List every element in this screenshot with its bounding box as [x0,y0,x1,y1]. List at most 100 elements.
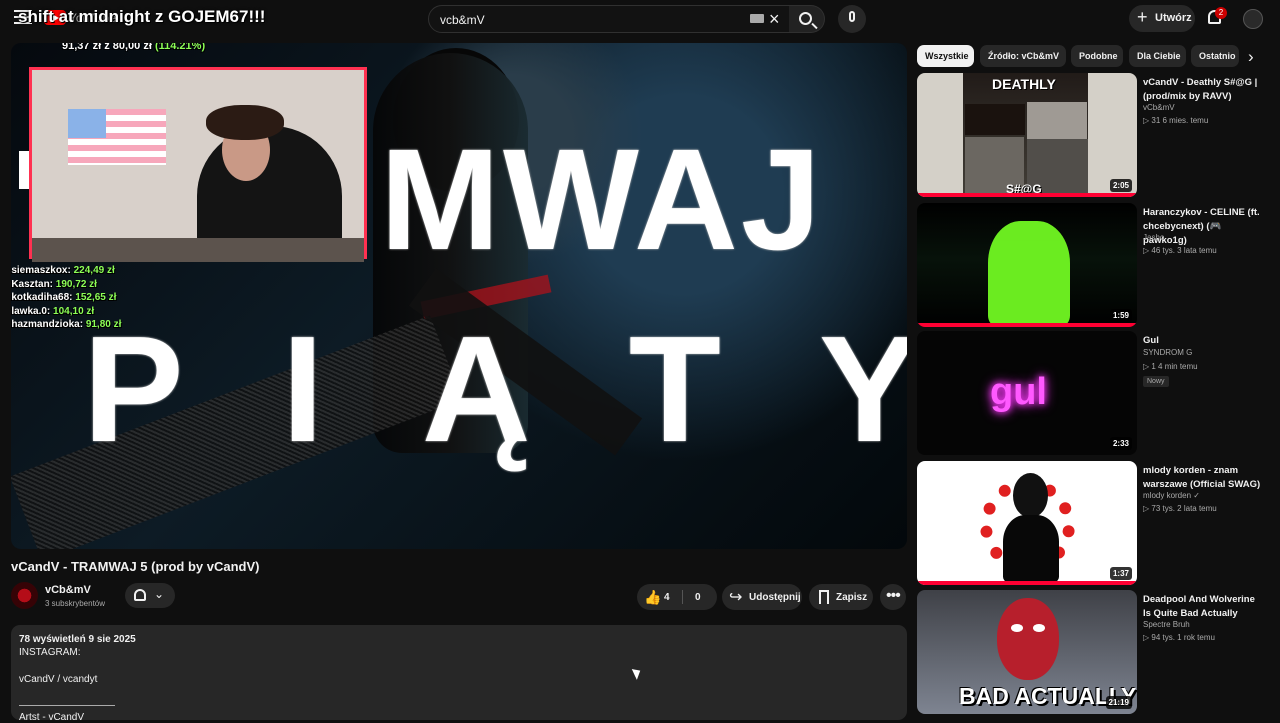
subscriber-count: 3 subskrybentów [45,599,106,608]
share-icon: ↪ [729,589,743,606]
video-duration: 2:05 [1109,179,1132,192]
description-line: vCandV / vcandyt [19,674,98,685]
recommendation-channel[interactable]: SYNDROM G [1143,348,1192,357]
recommendation-title[interactable]: Gul [1143,334,1265,348]
thumbnail-panel [965,104,1025,135]
voice-search-button[interactable] [838,5,866,33]
chip-from-channel[interactable]: Źródło: vCb&mV [980,45,1066,67]
new-badge: Nowy [1143,376,1169,387]
save-button[interactable]: Zapisz [809,584,873,610]
search-box[interactable]: vcb&mV × [428,5,790,33]
share-button[interactable]: ↪ Udostępnij [722,584,802,610]
create-button[interactable]: + Utwórz [1129,5,1195,32]
recommendation-item[interactable]: 1:59 Haranczykov - CELINE (ft. chcebycne… [917,203,1263,327]
chip-all[interactable]: Wszystkie [917,45,974,67]
mask-eye [1033,624,1045,632]
more-actions-button[interactable]: ••• [880,584,906,610]
watch-progress-bar [917,193,1137,197]
watch-progress-bar [917,581,1137,585]
notification-count-badge: 2 [1215,7,1227,19]
recommendation-item[interactable]: BAD ACTUALLY 21:19 Deadpool And Wolverin… [917,590,1265,714]
more-icon: ••• [886,587,901,604]
thumbnail-word: gul [990,371,1047,413]
recommendation-item[interactable]: 1:37 mlody korden - znam warszawe (Offic… [917,461,1265,585]
leaderboard-row: 4.lawka.0: 104,10 zł [11,306,95,317]
video-title: vCandV - TRAMWAJ 5 (prod by vCandV) [11,559,260,574]
video-thumbnail[interactable]: DEATHLY S#@G 2:05 [917,73,1137,197]
recommendation-meta: ▷ 46 tys. 3 lata temu [1143,246,1217,255]
like-icon[interactable]: 👍 [644,589,661,606]
recommendation-meta: ▷ 94 tys. 1 rok temu [1143,633,1215,642]
like-divider [682,590,683,604]
plus-icon: + [1137,7,1148,27]
leaderboard-row: 1.siemaszkox: 224,49 zł [11,265,115,276]
description-line: Artst - vCandV [19,712,85,723]
donation-goal: 91,37 zł z 80,00 zł (114.21%) [62,43,206,52]
flag-canton [68,109,106,138]
video-thumbnail[interactable]: gul 2:33 [917,331,1137,455]
recommendation-item[interactable]: DEATHLY S#@G 2:05 vCandV - Deathly S#@G … [917,73,1265,197]
recommendation-title[interactable]: mlody korden - znam warszawe (Official S… [1143,464,1265,492]
video-thumbnail[interactable]: 1:59 [917,203,1137,327]
thumbnail-panel [1027,102,1087,139]
video-duration: 2:33 [1109,437,1132,450]
chip-for-you[interactable]: Dla Ciebie [1129,45,1186,67]
video-player[interactable]: MWAJ PIĄTY 91,37 zł z 80,00 zł (114.21%)… [11,43,907,549]
streamer-webcam [29,67,367,262]
view-count-date: 78 wyświetleń 9 sie 2025 [19,634,136,645]
mask-eye [1011,624,1023,632]
recommendation-title[interactable]: Deadpool And Wolverine Is Quite Bad Actu… [1143,593,1265,621]
search-button[interactable] [789,5,825,33]
clear-search-icon[interactable]: × [769,9,780,30]
video-duration: 21:19 [1105,696,1132,709]
search-icon [799,12,812,25]
stream-overlay-title: shift at midnight z GOJEM67!!! [18,7,266,26]
save-label: Zapisz [836,592,868,603]
account-avatar[interactable] [1243,9,1263,29]
video-description[interactable]: 78 wyświetleń 9 sie 2025 INSTAGRAM: vCan… [11,625,907,723]
description-line: INSTAGRAM: [19,647,81,658]
recommendation-channel[interactable]: Spectre Bruh [1143,620,1190,629]
thumbnail-shirt [1003,515,1059,582]
recommendation-title[interactable]: vCandV - Deathly S#@G | (prod/mix by RAV… [1143,76,1265,104]
thumbnail-figure [988,221,1070,326]
share-label: Udostępnij [749,592,801,603]
bookmark-icon [819,590,829,604]
recommendation-meta: ▷ 73 tys. 2 lata temu [1143,504,1217,513]
notification-preferences-button[interactable]: ⌄ [125,583,175,608]
streamer-hair [206,105,284,140]
chevron-down-icon: ⌄ [154,587,165,601]
leaderboard-row: 3.kotkadiha68: 152,65 zł [11,292,117,303]
like-count[interactable]: 4 [664,592,670,603]
thumbnail-title-top: DEATHLY [992,76,1056,92]
channel-name[interactable]: vCb&mV [45,584,91,596]
chip-related[interactable]: Podobne [1071,45,1123,67]
recommendation-channel[interactable]: vCb&mV [1143,103,1175,112]
video-overlay-word-bottom: PIĄTY [83,304,907,473]
keyboard-icon[interactable] [750,14,764,23]
chip-recently[interactable]: Ostatnio [1191,45,1239,67]
recommendation-item[interactable]: gul 2:33 Gul SYNDROM G ▷ 1 4 min temu No… [917,331,1265,455]
recommendation-filter-chips: Wszystkie Źródło: vCb&mV Podobne Dla Cie… [917,45,1263,69]
channel-avatar[interactable] [11,582,38,609]
leaderboard-row: 2.Kasztan: 190,72 zł [11,279,97,290]
chevron-right-icon[interactable]: › [1248,47,1254,67]
thumbnail-head [1013,473,1048,518]
recommendation-channel[interactable]: Jasho [1143,233,1164,242]
recommendation-channel[interactable]: mlody korden ✓ [1143,491,1200,500]
subscription-bell-icon [134,589,146,601]
recommendation-meta: ▷ 1 4 min temu [1143,362,1198,371]
dislike-count[interactable]: 0 [695,592,701,603]
leaderboard-row: 5.hazmandzioka: 91,80 zł [11,319,122,330]
video-duration: 1:37 [1109,567,1132,580]
microphone-icon [849,11,855,22]
desk [32,238,364,262]
search-input[interactable]: vcb&mV [440,13,485,27]
video-thumbnail[interactable]: BAD ACTUALLY 21:19 [917,590,1137,714]
recommendation-meta: ▷ 31 6 mies. temu [1143,116,1209,125]
like-dislike-control: 👍 4 0 [637,584,717,610]
watch-progress-bar [917,323,1137,327]
video-text-fragment [19,151,29,189]
deadpool-mask [997,598,1059,680]
video-thumbnail[interactable]: 1:37 [917,461,1137,585]
